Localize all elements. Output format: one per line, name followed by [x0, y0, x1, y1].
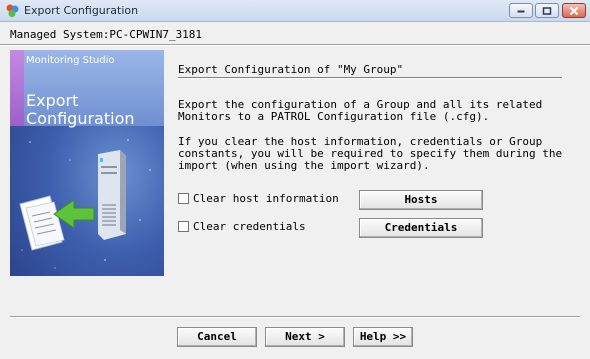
close-button[interactable] [562, 3, 586, 18]
credentials-button[interactable]: Credentials [359, 218, 483, 238]
description-text: Export the configuration of a Group and … [178, 98, 543, 123]
clear-credentials-checkbox[interactable] [178, 221, 189, 232]
clear-host-label[interactable]: Clear host information [193, 192, 339, 205]
window-title: Export Configuration [24, 4, 139, 17]
minimize-button[interactable] [509, 3, 533, 18]
wizard-banner-image: Monitoring Studio Export Configuration [10, 50, 164, 276]
warning-text: If you clear the host information, crede… [178, 135, 563, 172]
banner-accent [10, 50, 24, 126]
app-icon [6, 4, 19, 17]
header-divider [0, 44, 590, 46]
minimize-icon [517, 10, 525, 12]
clear-host-checkbox[interactable] [178, 193, 189, 204]
page-heading: Export Configuration of "My Group" [178, 63, 404, 76]
close-icon [569, 6, 579, 15]
heading-divider [178, 77, 562, 79]
export-illustration-icon [19, 139, 151, 269]
next-button[interactable]: Next > [265, 327, 345, 347]
banner-title-text: Export Configuration [26, 91, 135, 128]
help-button[interactable]: Help >> [353, 327, 413, 347]
hosts-button[interactable]: Hosts [359, 190, 483, 210]
title-bar: Export Configuration [0, 0, 590, 22]
banner-studio-text: Monitoring Studio [26, 55, 115, 66]
managed-system-label: Managed System:PC-CPWIN7_3181 [10, 28, 203, 41]
footer-divider [10, 316, 580, 318]
maximize-icon [542, 6, 552, 15]
clear-credentials-label[interactable]: Clear credentials [193, 220, 306, 233]
maximize-button[interactable] [535, 3, 559, 18]
cancel-button[interactable]: Cancel [177, 327, 257, 347]
